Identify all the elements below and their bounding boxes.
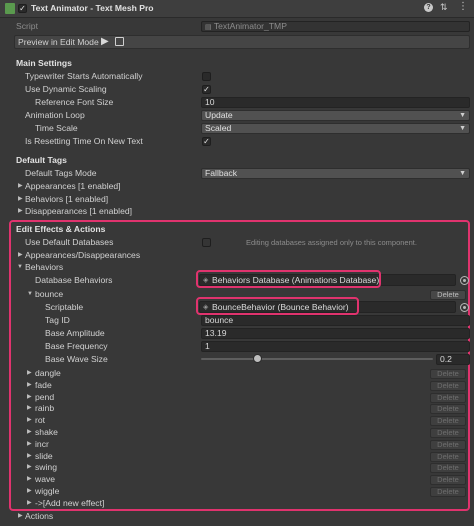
fold-right-icon[interactable]: ▶	[27, 497, 32, 510]
object-picker-icon[interactable]	[460, 276, 469, 285]
preset-icon[interactable]: ⇅	[440, 2, 448, 13]
db-note: Editing databases assigned only to this …	[246, 238, 417, 247]
script-file-icon: ▤	[205, 24, 212, 31]
tag-id-input[interactable]: bounce	[201, 315, 470, 326]
dynamic-scaling-label: Use Dynamic Scaling	[25, 84, 107, 94]
help-icon[interactable]: ?	[424, 3, 433, 12]
effect-delete-button-8[interactable]: Delete	[430, 463, 466, 473]
effect-delete-button-3[interactable]: Delete	[430, 404, 466, 414]
fold-down-icon[interactable]: ▼	[17, 261, 23, 274]
ref-font-size-label: Reference Font Size	[35, 97, 114, 107]
effect-delete-button-0[interactable]: Delete	[430, 369, 466, 379]
effect-delete-button-1[interactable]: Delete	[430, 381, 466, 391]
component-enabled-checkbox[interactable]: ✓	[18, 4, 27, 13]
effect-delete-button-7[interactable]: Delete	[430, 452, 466, 462]
play-icon[interactable]: ▶	[101, 36, 109, 47]
save-icon[interactable]	[115, 37, 124, 46]
chevron-down-icon: ▼	[459, 170, 466, 177]
wave-size-slider-track[interactable]	[201, 358, 433, 360]
object-picker-icon[interactable]	[460, 303, 469, 312]
component-title: Text Animator - Text Mesh Pro	[31, 3, 154, 13]
component-icon	[5, 3, 15, 14]
time-scale-value: Scaled	[205, 123, 232, 133]
animation-loop-label: Animation Loop	[25, 110, 85, 120]
add-new-effect-foldout[interactable]: ->[Add new effect]	[35, 497, 104, 510]
fold-right-icon[interactable]: ▶	[18, 180, 23, 193]
fold-right-icon[interactable]: ▶	[18, 510, 23, 523]
script-label: Script	[16, 21, 38, 31]
use-default-db-checkbox[interactable]	[202, 238, 211, 247]
effect-delete-button-5[interactable]: Delete	[430, 428, 466, 438]
behaviors-foldout[interactable]: Behaviors	[25, 261, 63, 274]
frequency-label: Base Frequency	[45, 341, 108, 351]
scriptable-highlight	[196, 297, 359, 315]
time-scale-dropdown[interactable]: Scaled ▼	[201, 123, 470, 134]
actions-foldout[interactable]: Actions	[25, 510, 53, 523]
use-default-db-label: Use Default Databases	[25, 237, 114, 247]
effect-delete-button-2[interactable]: Delete	[430, 393, 466, 403]
amplitude-input[interactable]: 13.19	[201, 328, 470, 339]
animation-loop-value: Update	[205, 110, 233, 120]
wave-size-input[interactable]: 0.2	[436, 354, 470, 365]
effect-delete-button-6[interactable]: Delete	[430, 440, 466, 450]
edit-effects-title: Edit Effects & Actions	[16, 224, 106, 234]
effect-delete-button-10[interactable]: Delete	[430, 487, 466, 497]
chevron-down-icon: ▼	[459, 125, 466, 132]
amplitude-label: Base Amplitude	[45, 328, 105, 338]
fold-right-icon[interactable]: ▶	[18, 205, 23, 218]
default-appearances-foldout[interactable]: Appearances [1 enabled]	[25, 180, 121, 193]
default-tags-title: Default Tags	[16, 155, 67, 165]
bounce-foldout[interactable]: bounce	[35, 288, 63, 301]
scriptable-label: Scriptable	[45, 302, 84, 312]
typewriter-checkbox[interactable]	[202, 72, 211, 81]
script-field[interactable]: ▤ TextAnimator_TMP	[201, 21, 470, 32]
default-disappearances-foldout[interactable]: Disappearances [1 enabled]	[25, 205, 132, 218]
context-menu-icon[interactable]: ⋮	[458, 1, 468, 12]
resetting-checkbox[interactable]: ✓	[202, 137, 211, 146]
script-value: TextAnimator_TMP	[213, 21, 287, 31]
ref-font-size-input[interactable]: 10	[201, 97, 470, 108]
wave-size-slider-thumb[interactable]	[252, 354, 262, 363]
preview-label: Preview in Edit Mode	[18, 37, 99, 47]
effect-delete-button-9[interactable]: Delete	[430, 475, 466, 485]
main-settings-title: Main Settings	[16, 58, 72, 68]
default-tags-mode-value: Fallback	[205, 168, 237, 178]
frequency-input[interactable]: 1	[201, 341, 470, 352]
default-tags-mode-dropdown[interactable]: Fallback ▼	[201, 168, 470, 179]
wave-size-label: Base Wave Size	[45, 354, 108, 364]
typewriter-label: Typewriter Starts Automatically	[25, 71, 143, 81]
fold-down-icon[interactable]: ▼	[27, 288, 33, 301]
resetting-label: Is Resetting Time On New Text	[25, 136, 143, 146]
animation-loop-dropdown[interactable]: Update ▼	[201, 110, 470, 121]
database-highlight	[196, 270, 381, 288]
default-tags-mode-label: Default Tags Mode	[25, 168, 97, 178]
time-scale-label: Time Scale	[35, 123, 78, 133]
bounce-delete-button[interactable]: Delete	[430, 290, 466, 300]
tag-id-label: Tag ID	[45, 315, 70, 325]
database-behaviors-label: Database Behaviors	[35, 275, 113, 285]
dynamic-scaling-checkbox[interactable]: ✓	[202, 85, 211, 94]
chevron-down-icon: ▼	[459, 112, 466, 119]
effect-delete-button-4[interactable]: Delete	[430, 416, 466, 426]
